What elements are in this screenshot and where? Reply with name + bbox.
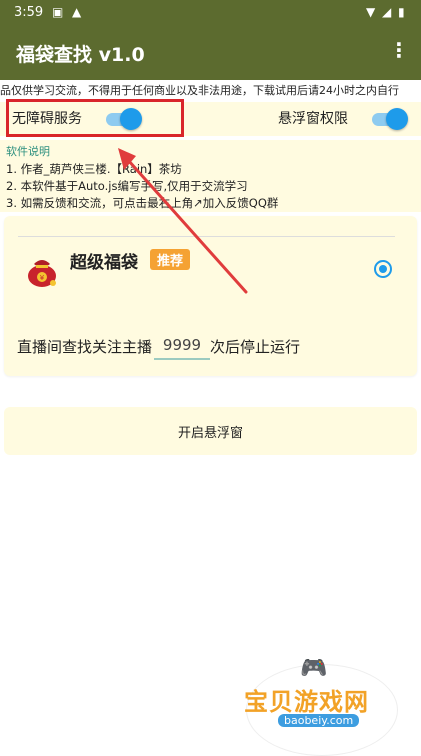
signal-icon: ◢ bbox=[382, 5, 392, 19]
watermark-url: baobeiy.com bbox=[278, 714, 360, 727]
recommended-badge: 推荐 bbox=[150, 249, 191, 270]
info-heading: 软件说明 bbox=[6, 145, 50, 158]
lucky-bag-icon: ¥ bbox=[28, 260, 56, 287]
lucky-bag-name: 超级福袋 bbox=[70, 253, 138, 273]
search-prefix-label: 直播间查找关注主播 bbox=[17, 338, 153, 356]
marquee-notice: 品仅供学习交流，不得用于任何商业以及非法用途，下载试用后请24小时之内自行 bbox=[0, 84, 399, 97]
site-watermark: 🎮 宝贝游戏网 baobeiy.com bbox=[236, 656, 416, 756]
info-line: 1. 作者_葫芦侠三楼.【Rain】茶坊 bbox=[6, 162, 182, 176]
search-suffix-label: 次后停止运行 bbox=[210, 338, 301, 356]
status-bar: 3:59 ▣ ▲ ▼ ◢ ▮ bbox=[0, 0, 421, 26]
card-divider bbox=[18, 236, 395, 237]
open-floating-window-button[interactable]: 开启悬浮窗 bbox=[4, 407, 417, 455]
battery-icon: ▮ bbox=[398, 5, 405, 19]
info-line: 3. 如需反馈和交流，可点击最右上角↗加入反馈QQ群 bbox=[6, 196, 279, 210]
app-title: 福袋查找 v1.0 bbox=[16, 44, 145, 66]
wifi-icon: ▼ bbox=[366, 5, 376, 19]
annotation-highlight-box bbox=[6, 99, 184, 137]
lucky-bag-option-card[interactable]: ¥ 超级福袋 推荐 直播间查找关注主播 次后停止运行 bbox=[4, 216, 417, 376]
a-icon: ▣ bbox=[52, 5, 64, 19]
status-time: 3:59 bbox=[14, 5, 44, 20]
app-bar: 福袋查找 v1.0 ⋮ bbox=[0, 26, 421, 80]
select-radio[interactable] bbox=[374, 260, 392, 278]
watermark-text: 宝贝游戏网 bbox=[244, 688, 369, 716]
more-vert-icon[interactable]: ⋮ bbox=[389, 38, 409, 62]
software-info-panel: 软件说明 1. 作者_葫芦侠三楼.【Rain】茶坊 2. 本软件基于Auto.j… bbox=[0, 140, 421, 212]
stop-count-input[interactable] bbox=[154, 332, 210, 360]
gamepad-icon: 🎮 bbox=[300, 656, 328, 681]
info-line: 2. 本软件基于Auto.js编写手写,仅用于交流学习 bbox=[6, 179, 248, 193]
warning-icon: ▲ bbox=[72, 5, 82, 19]
switch-knob bbox=[386, 108, 408, 130]
svg-text:¥: ¥ bbox=[40, 274, 45, 282]
overlay-permission-label: 悬浮窗权限 bbox=[278, 111, 348, 127]
overlay-permission-switch[interactable] bbox=[368, 108, 408, 130]
